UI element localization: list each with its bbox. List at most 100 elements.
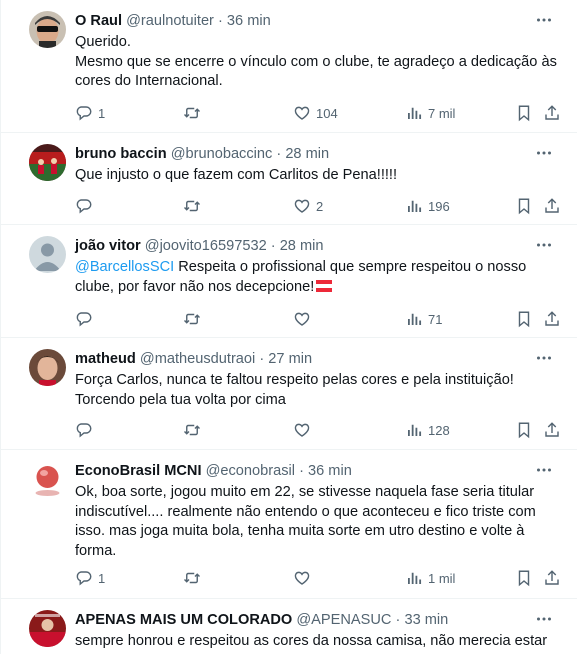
timestamp[interactable]: 28 min <box>285 146 329 162</box>
more-options-icon[interactable] <box>532 233 556 257</box>
views-button[interactable]: 7 mil <box>405 103 455 123</box>
handle[interactable]: @raulnotuiter <box>126 13 214 29</box>
bookmark-button[interactable] <box>515 420 533 440</box>
tweet-text: @BarcellosSCI Respeita o profissional qu… <box>75 258 561 297</box>
display-name[interactable]: bruno baccin <box>75 146 167 162</box>
like-button[interactable]: 104 <box>293 103 338 123</box>
tweet-matheusdutraoi[interactable]: matheud @matheusdutraoi · 27 min Força C… <box>1 338 577 450</box>
share-icon <box>545 570 559 585</box>
reply-icon <box>76 423 92 438</box>
more-options-icon[interactable] <box>532 458 556 482</box>
bookmark-button[interactable] <box>515 196 533 216</box>
tweet-joovito16597532[interactable]: joão vitor @joovito16597532 · 28 min @Ba… <box>1 225 577 338</box>
avatar[interactable] <box>29 349 66 386</box>
tweet-actions: 1 104 7 mil <box>75 103 565 123</box>
reply-count: 1 <box>98 105 106 121</box>
share-button[interactable] <box>543 309 561 329</box>
tweet-brunobaccinc[interactable]: bruno baccin @brunobaccinc · 28 min Que … <box>1 133 577 225</box>
heart-icon <box>294 199 310 213</box>
share-button[interactable] <box>543 103 561 123</box>
avatar[interactable] <box>29 610 66 647</box>
avatar[interactable] <box>29 144 66 181</box>
display-name[interactable]: EconoBrasil MCNI <box>75 463 202 479</box>
retweet-icon <box>183 313 201 325</box>
retweet-button[interactable] <box>183 103 201 123</box>
more-options-icon[interactable] <box>532 8 556 32</box>
retweet-button[interactable] <box>183 568 201 588</box>
reply-feed: O Raul @raulnotuiter · 36 min Querido. M… <box>0 0 577 654</box>
more-options-icon[interactable] <box>532 346 556 370</box>
retweet-button[interactable] <box>183 309 201 329</box>
tweet-text-line: Força Carlos, nunca te faltou respeito p… <box>75 372 514 388</box>
views-icon <box>408 107 422 119</box>
retweet-icon <box>183 107 201 119</box>
handle[interactable]: @APENASUC <box>296 612 391 628</box>
tweet-raulnotuiter[interactable]: O Raul @raulnotuiter · 36 min Querido. M… <box>1 0 577 133</box>
bookmark-icon <box>518 198 530 215</box>
tweet-header: O Raul @raulnotuiter · 36 min <box>75 12 271 31</box>
heart-icon <box>294 106 310 120</box>
share-icon <box>545 422 559 437</box>
view-count: 1 mil <box>428 570 456 586</box>
share-button[interactable] <box>543 568 561 588</box>
bookmark-button[interactable] <box>515 103 533 123</box>
like-button[interactable] <box>293 568 311 588</box>
bookmark-icon <box>518 311 530 328</box>
retweet-icon <box>183 424 201 436</box>
tweet-header: joão vitor @joovito16597532 · 28 min <box>75 237 324 256</box>
tweet-header: APENAS MAIS UM COLORADO @APENASUC · 33 m… <box>75 611 448 630</box>
bookmark-button[interactable] <box>515 568 533 588</box>
tweet-header: EconoBrasil MCNI @econobrasil · 36 min <box>75 462 352 481</box>
reply-button[interactable]: 1 <box>75 568 105 588</box>
display-name[interactable]: matheud <box>75 351 136 367</box>
avatar[interactable] <box>29 461 66 498</box>
reply-button[interactable]: 1 <box>75 103 105 123</box>
separator: · <box>259 351 265 367</box>
timestamp[interactable]: 36 min <box>227 13 271 29</box>
austria-flag-icon <box>316 279 333 292</box>
avatar[interactable] <box>29 236 66 273</box>
display-name[interactable]: joão vitor <box>75 238 141 254</box>
views-button[interactable]: 128 <box>405 420 450 440</box>
tweet-text-line: Querido. <box>75 34 131 50</box>
tweet-econobrasil[interactable]: EconoBrasil MCNI @econobrasil · 36 min O… <box>1 450 577 599</box>
like-button[interactable] <box>293 309 311 329</box>
reply-button[interactable] <box>75 309 93 329</box>
share-button[interactable] <box>543 196 561 216</box>
views-button[interactable]: 196 <box>405 196 450 216</box>
share-icon <box>545 105 559 120</box>
timestamp[interactable]: 27 min <box>268 351 312 367</box>
timestamp[interactable]: 33 min <box>404 612 448 628</box>
handle[interactable]: @joovito16597532 <box>145 238 267 254</box>
more-options-icon[interactable] <box>532 607 556 631</box>
retweet-button[interactable] <box>183 420 201 440</box>
display-name[interactable]: APENAS MAIS UM COLORADO <box>75 612 292 628</box>
timestamp[interactable]: 36 min <box>308 463 352 479</box>
display-name[interactable]: O Raul <box>75 13 122 29</box>
share-button[interactable] <box>543 420 561 440</box>
handle[interactable]: @matheusdutraoi <box>140 351 255 367</box>
tweet-text-line: Que injusto o que fazem com Carlitos de … <box>75 167 398 183</box>
tweet-header: bruno baccin @brunobaccinc · 28 min <box>75 145 329 164</box>
retweet-button[interactable] <box>183 196 201 216</box>
views-button[interactable]: 1 mil <box>405 568 455 588</box>
timestamp[interactable]: 28 min <box>280 238 324 254</box>
retweet-icon <box>183 200 201 212</box>
like-button[interactable]: 2 <box>293 196 323 216</box>
separator: · <box>270 238 276 254</box>
more-options-icon[interactable] <box>532 141 556 165</box>
views-button[interactable]: 71 <box>405 309 442 329</box>
bookmark-button[interactable] <box>515 309 533 329</box>
reply-button[interactable] <box>75 420 93 440</box>
share-icon <box>545 311 559 326</box>
mention-link[interactable]: @BarcellosSCI <box>75 259 174 275</box>
tweet-apenasuc[interactable]: APENAS MAIS UM COLORADO @APENASUC · 33 m… <box>1 599 577 654</box>
handle[interactable]: @brunobaccinc <box>171 146 273 162</box>
view-count: 128 <box>428 422 450 438</box>
handle[interactable]: @econobrasil <box>206 463 295 479</box>
like-button[interactable] <box>293 420 311 440</box>
avatar[interactable] <box>29 11 66 48</box>
reply-button[interactable] <box>75 196 93 216</box>
bookmark-icon <box>518 105 530 122</box>
heart-icon <box>294 571 310 585</box>
